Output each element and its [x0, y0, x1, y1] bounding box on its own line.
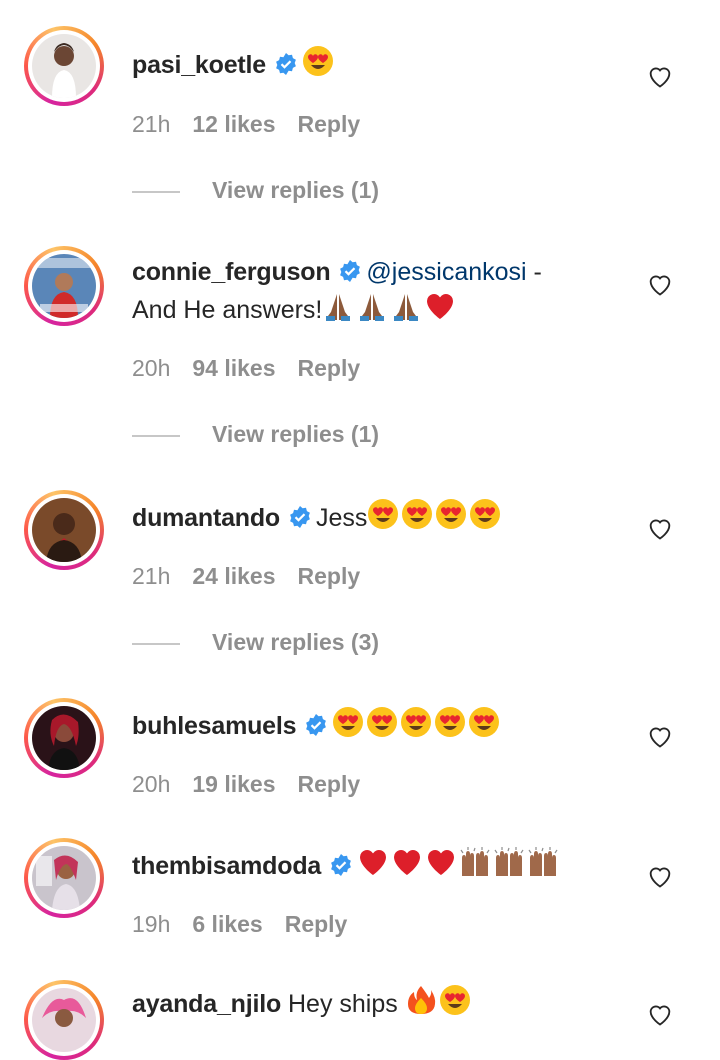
- like-heart-icon[interactable]: [646, 862, 674, 890]
- comment-body: Jess: [316, 504, 368, 532]
- comment-text: connie_ferguson @jessicankosi - And He ans…: [132, 254, 592, 328]
- comment-username[interactable]: connie_ferguson: [132, 258, 331, 286]
- comment-username[interactable]: pasi_koetle: [132, 51, 266, 79]
- like-heart-icon[interactable]: [646, 270, 674, 298]
- comment-time: 19h: [132, 911, 171, 937]
- view-replies-button[interactable]: View replies (1): [132, 177, 379, 204]
- comment-meta: 20h 19 likes Reply: [132, 771, 360, 798]
- like-heart-icon[interactable]: [646, 62, 674, 90]
- comment-username[interactable]: ayanda_njilo: [132, 990, 281, 1018]
- reply-button[interactable]: Reply: [298, 355, 361, 381]
- raising-hands-emoji-icon: [493, 846, 525, 878]
- avatar[interactable]: [24, 246, 104, 326]
- reply-button[interactable]: Reply: [298, 771, 361, 797]
- comment-text: pasi_koetle: [132, 45, 592, 83]
- comment-likes[interactable]: 6 likes: [192, 911, 262, 937]
- comment-text-suffix: -: [526, 258, 542, 286]
- avatar[interactable]: [24, 838, 104, 918]
- heart-eyes-emoji-icon: [332, 706, 364, 738]
- view-replies-divider: [132, 434, 180, 437]
- comment-meta: 19h 6 likes Reply: [132, 911, 347, 938]
- heart-eyes-emoji-icon: [366, 706, 398, 738]
- folded-hands-emoji-icon: [390, 290, 422, 322]
- like-heart-icon[interactable]: [646, 514, 674, 542]
- comment-likes[interactable]: 94 likes: [192, 355, 275, 381]
- avatar[interactable]: [24, 980, 104, 1060]
- view-replies-label: View replies (1): [212, 421, 380, 447]
- comment-time: 20h: [132, 771, 171, 797]
- comment-time: 20h: [132, 355, 171, 381]
- comment-meta: 20h 94 likes Reply: [132, 355, 360, 382]
- heart-eyes-emoji-icon: [400, 706, 432, 738]
- raising-hands-emoji-icon: [459, 846, 491, 878]
- avatar[interactable]: [24, 26, 104, 106]
- comment-meta: 21h 12 likes Reply: [132, 111, 360, 138]
- comment-likes[interactable]: 12 likes: [192, 111, 275, 137]
- comment-username[interactable]: thembisamdoda: [132, 852, 321, 880]
- red-heart-emoji-icon: [357, 846, 389, 878]
- verified-badge-icon: [331, 854, 352, 876]
- heart-eyes-emoji-icon: [469, 498, 501, 530]
- comment-time: 21h: [132, 111, 171, 137]
- like-heart-icon[interactable]: [646, 722, 674, 750]
- heart-eyes-emoji-icon: [468, 706, 500, 738]
- verified-badge-icon: [340, 260, 361, 282]
- red-heart-emoji-icon: [424, 290, 456, 322]
- heart-eyes-emoji-icon: [434, 706, 466, 738]
- comment-text: ayanda_njilo Hey ships: [132, 984, 592, 1022]
- folded-hands-emoji-icon: [322, 290, 354, 322]
- verified-badge-icon: [276, 53, 296, 75]
- comment-username[interactable]: dumantando: [132, 504, 280, 532]
- fire-emoji-icon: [405, 984, 437, 1016]
- comment-text-line: And He answers!: [132, 296, 323, 324]
- view-replies-label: View replies (1): [212, 177, 380, 203]
- view-replies-label: View replies (3): [212, 629, 380, 655]
- verified-badge-icon: [290, 506, 310, 528]
- red-heart-emoji-icon: [425, 846, 457, 878]
- folded-hands-emoji-icon: [356, 290, 388, 322]
- comment-likes[interactable]: 19 likes: [192, 771, 275, 797]
- reply-button[interactable]: Reply: [298, 111, 361, 137]
- comment-username[interactable]: buhlesamuels: [132, 712, 297, 740]
- raising-hands-emoji-icon: [527, 846, 559, 878]
- heart-eyes-emoji-icon: [435, 498, 467, 530]
- reply-button[interactable]: Reply: [298, 563, 361, 589]
- view-replies-divider: [132, 190, 180, 193]
- red-heart-emoji-icon: [391, 846, 423, 878]
- heart-eyes-emoji-icon: [401, 498, 433, 530]
- avatar[interactable]: [24, 490, 104, 570]
- comment-likes[interactable]: 24 likes: [192, 563, 275, 589]
- comment-text: dumantando Jess: [132, 498, 592, 536]
- heart-eyes-emoji-icon: [439, 984, 471, 1016]
- view-replies-button[interactable]: View replies (3): [132, 629, 379, 656]
- comment-text: buhlesamuels: [132, 706, 592, 744]
- verified-badge-icon: [306, 714, 327, 736]
- comment-body: Hey ships: [288, 990, 398, 1018]
- comment-text: thembisamdoda: [132, 846, 592, 884]
- like-heart-icon[interactable]: [646, 1000, 674, 1028]
- reply-button[interactable]: Reply: [285, 911, 348, 937]
- view-replies-button[interactable]: View replies (1): [132, 421, 379, 448]
- comment-time: 21h: [132, 563, 171, 589]
- mention-link[interactable]: @jessicankosi: [366, 258, 526, 286]
- heart-eyes-emoji-icon: [302, 45, 334, 77]
- heart-eyes-emoji-icon: [367, 498, 399, 530]
- view-replies-divider: [132, 642, 180, 645]
- comment-meta: 21h 24 likes Reply: [132, 563, 360, 590]
- avatar[interactable]: [24, 698, 104, 778]
